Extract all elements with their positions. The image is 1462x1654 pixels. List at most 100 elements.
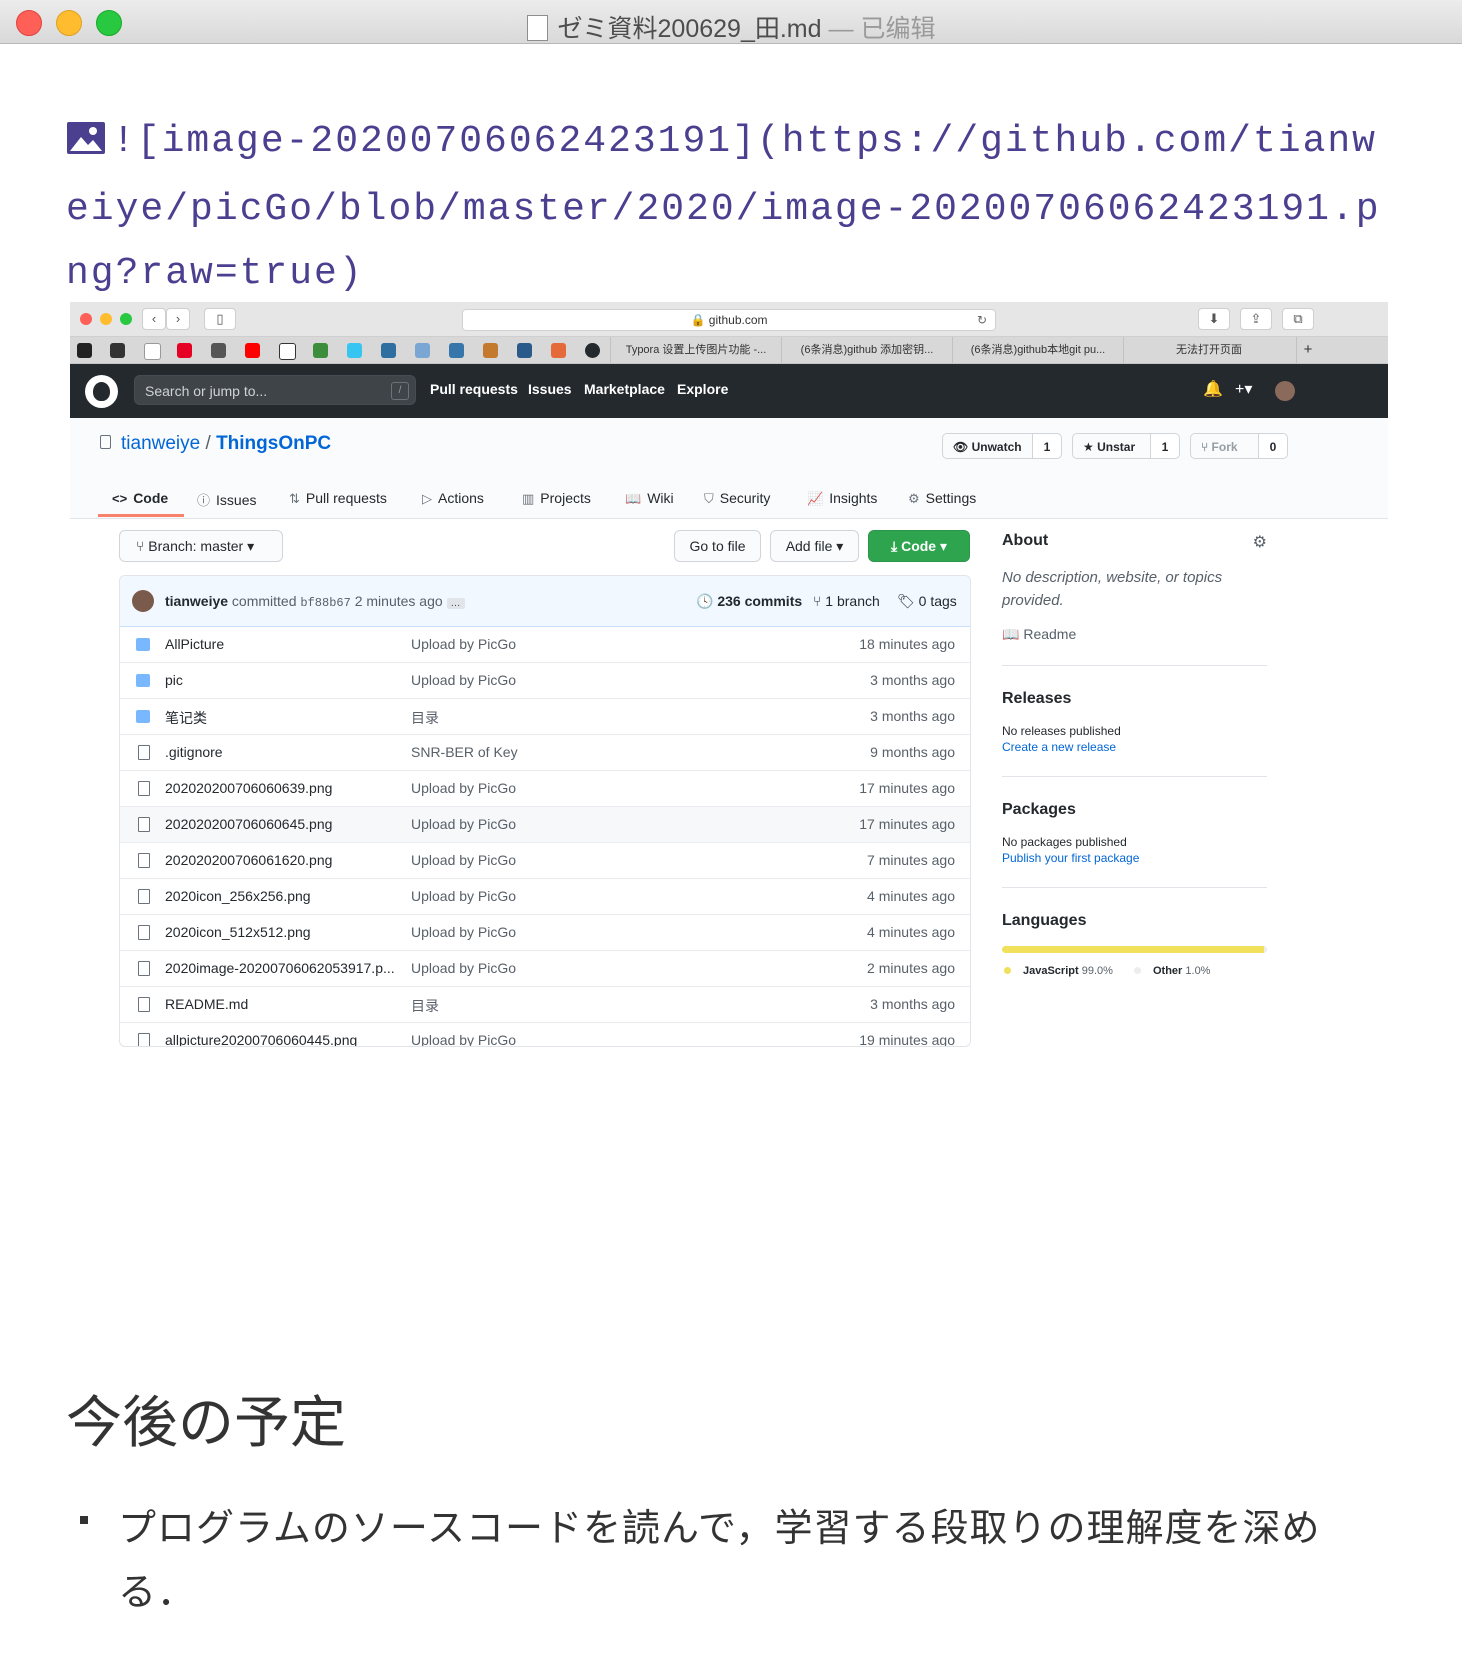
file-name-link[interactable]: 202020200706060639.png: [165, 780, 397, 796]
nav-marketplace[interactable]: Marketplace: [584, 381, 665, 397]
file-name-link[interactable]: 202020200706061620.png: [165, 852, 397, 868]
favicon-icon[interactable]: [517, 343, 532, 358]
new-tab-icon[interactable]: +: [1296, 337, 1319, 363]
file-name-link[interactable]: allpicture20200706060445.png: [165, 1032, 397, 1046]
branch-selector-button[interactable]: ⑂ Branch: master ▾: [119, 530, 283, 562]
language-item-other[interactable]: Other 1.0%: [1133, 965, 1210, 977]
watch-count[interactable]: 1: [1032, 434, 1061, 458]
commit-message-link[interactable]: Upload by PicGo: [411, 1032, 516, 1046]
commit-message-link[interactable]: SNR-BER of Key: [411, 744, 518, 760]
packages-heading[interactable]: Packages: [1002, 801, 1267, 819]
commits-link[interactable]: 🕓 236 commits: [696, 593, 802, 610]
file-name-link[interactable]: AllPicture: [165, 636, 397, 652]
commit-ellipsis-button[interactable]: …: [446, 598, 465, 609]
table-row[interactable]: README.md 目录 3 months ago: [120, 987, 970, 1023]
favicon-icon[interactable]: [449, 343, 464, 358]
tab-pull-requests[interactable]: ⇅ Pull requests: [289, 490, 387, 507]
address-bar[interactable]: 🔒 github.com ↻: [462, 309, 996, 331]
favicon-icon[interactable]: [110, 343, 125, 358]
tags-link[interactable]: 🏷 0 tags: [897, 593, 957, 610]
table-row[interactable]: pic Upload by PicGo 3 months ago: [120, 663, 970, 699]
go-to-file-button[interactable]: Go to file: [674, 530, 761, 562]
file-name-link[interactable]: README.md: [165, 996, 397, 1012]
commit-message-link[interactable]: Upload by PicGo: [411, 636, 516, 652]
tab-settings[interactable]: ⚙ Settings: [908, 490, 976, 507]
commit-message-link[interactable]: Upload by PicGo: [411, 780, 516, 796]
browser-zoom-icon[interactable]: [120, 313, 132, 325]
publish-package-link[interactable]: Publish your first package: [1002, 851, 1267, 865]
language-item-javascript[interactable]: JavaScript 99.0%: [1004, 965, 1113, 977]
file-name-link[interactable]: 2020image-20200706062053917.p...: [165, 960, 397, 976]
favicon-icon[interactable]: [483, 343, 498, 358]
browser-close-icon[interactable]: [80, 313, 92, 325]
commit-author[interactable]: tianweiye: [165, 593, 228, 609]
table-row[interactable]: 202020200706060645.png Upload by PicGo 17 …: [120, 807, 970, 843]
commit-message-link[interactable]: 目录: [411, 996, 439, 1016]
favicon-icon[interactable]: [381, 343, 396, 358]
github-favicon-icon[interactable]: [585, 343, 600, 358]
tab-actions[interactable]: ▷ Actions: [422, 490, 484, 507]
favicon-icon[interactable]: [415, 343, 430, 358]
file-name-link[interactable]: 202020200706060645.png: [165, 816, 397, 832]
notifications-bell-icon[interactable]: 🔔: [1203, 379, 1223, 399]
releases-heading[interactable]: Releases: [1002, 690, 1267, 708]
repo-name-link[interactable]: ThingsOnPC: [216, 433, 331, 454]
readme-link[interactable]: 📖 Readme: [1002, 626, 1267, 643]
gear-icon[interactable]: ⚙: [1253, 532, 1267, 552]
commit-hash[interactable]: bf88b67: [300, 596, 350, 610]
commit-message-link[interactable]: Upload by PicGo: [411, 672, 516, 688]
commit-message-link[interactable]: Upload by PicGo: [411, 888, 516, 904]
repo-owner-link[interactable]: tianweiye: [121, 433, 200, 454]
favicon-icon[interactable]: [177, 343, 192, 358]
sidebar-icon[interactable]: ▯: [204, 308, 236, 330]
tab-code[interactable]: <> Code: [112, 490, 168, 506]
fork-count[interactable]: 0: [1258, 434, 1287, 458]
list-item[interactable]: プログラムのソースコードを読んで，学習する段取りの理解度を深める．: [118, 1496, 1398, 1624]
table-row[interactable]: allpicture20200706060445.png Upload by Pi…: [120, 1023, 970, 1046]
table-row[interactable]: 2020icon_512x512.png Upload by PicGo 4 min…: [120, 915, 970, 951]
nav-explore[interactable]: Explore: [677, 381, 728, 397]
favicon-icon[interactable]: [211, 343, 226, 358]
branches-link[interactable]: ⑂ 1 branch: [813, 593, 880, 609]
favicon-icon[interactable]: [144, 343, 161, 360]
avatar[interactable]: [132, 590, 154, 612]
user-avatar[interactable]: [1275, 381, 1295, 401]
code-download-button[interactable]: ⤓ Code ▾: [868, 530, 970, 562]
table-row[interactable]: 202020200706061620.png Upload by PicGo 7 m…: [120, 843, 970, 879]
file-name-link[interactable]: pic: [165, 672, 397, 688]
table-row[interactable]: 202020200706060639.png Upload by PicGo 17 …: [120, 771, 970, 807]
tab-wiki[interactable]: 📖 Wiki: [625, 490, 674, 507]
table-row[interactable]: 2020icon_256x256.png Upload by PicGo 4 min…: [120, 879, 970, 915]
commit-message-link[interactable]: Upload by PicGo: [411, 960, 516, 976]
table-row[interactable]: 2020image-20200706062053917.p... Upload b…: [120, 951, 970, 987]
browser-tab[interactable]: Typora 设置上传图片功能 -...: [610, 337, 781, 363]
share-icon[interactable]: ⇪: [1240, 308, 1272, 330]
github-search-input[interactable]: Search or jump to... /: [134, 375, 416, 405]
downloads-icon[interactable]: ⬇: [1198, 308, 1230, 330]
back-icon[interactable]: ‹: [142, 308, 166, 330]
create-release-link[interactable]: Create a new release: [1002, 740, 1267, 754]
section-heading[interactable]: 今後の予定: [66, 1378, 346, 1459]
commit-message-link[interactable]: Upload by PicGo: [411, 852, 516, 868]
fork-button[interactable]: ⑂ Fork 0: [1190, 433, 1288, 459]
favicon-icon[interactable]: [77, 343, 92, 358]
file-name-link[interactable]: 2020icon_512x512.png: [165, 924, 397, 940]
table-row[interactable]: 笔记类 目录 3 months ago: [120, 699, 970, 735]
unwatch-button[interactable]: 👁 Unwatch 1: [942, 433, 1062, 459]
nav-pull-requests[interactable]: Pull requests: [430, 381, 518, 397]
commit-message-link[interactable]: 目录: [411, 708, 439, 728]
favicon-icon[interactable]: [279, 343, 296, 360]
commit-message-link[interactable]: Upload by PicGo: [411, 816, 516, 832]
add-file-button[interactable]: Add file ▾: [770, 530, 859, 562]
forward-icon[interactable]: ›: [166, 308, 190, 330]
markdown-image-source[interactable]: ![image-20200706062423191](https://githu…: [66, 110, 1391, 306]
tab-security[interactable]: ⛉ Security: [704, 490, 770, 507]
browser-tab[interactable]: (6条消息)github本地git pu...: [952, 337, 1123, 363]
file-name-link[interactable]: 2020icon_256x256.png: [165, 888, 397, 904]
nav-issues[interactable]: Issues: [528, 381, 572, 397]
favicon-icon[interactable]: [245, 343, 260, 358]
star-count[interactable]: 1: [1150, 434, 1179, 458]
unstar-button[interactable]: ★ Unstar 1: [1072, 433, 1180, 459]
file-name-link[interactable]: 笔记类: [165, 708, 397, 728]
reload-icon[interactable]: ↻: [977, 310, 987, 330]
